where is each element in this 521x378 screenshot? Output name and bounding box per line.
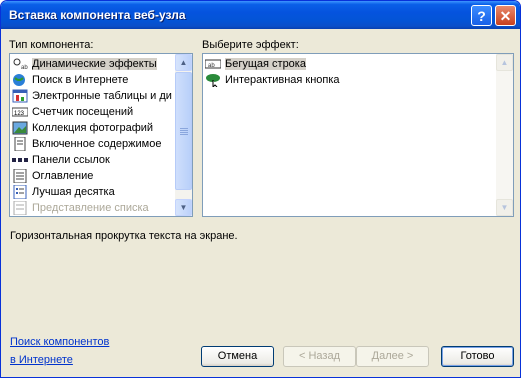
dynamic-effects-icon: ab — [12, 57, 28, 71]
scroll-down-button[interactable]: ▼ — [175, 199, 192, 216]
effect-description: Горизонтальная прокрутка текста на экран… — [10, 230, 238, 242]
effect-list[interactable]: ab Бегущая строка Интерактивная кнопка ▲ ▼ — [202, 53, 514, 217]
list-view-icon — [12, 200, 28, 216]
choose-effect-label: Выберите эффект: — [202, 39, 299, 51]
component-type-item-label: Представление списка — [32, 202, 149, 214]
find-components-link-line2[interactable]: в Интернете — [10, 354, 73, 366]
photo-gallery-icon — [12, 121, 28, 135]
dialog-window: Вставка компонента веб-узла ? ✕ Тип комп… — [0, 0, 521, 378]
component-type-item-label: Электронные таблицы и ди — [32, 90, 172, 102]
next-button: Далее > — [356, 346, 429, 367]
component-type-item-label: Панели ссылок — [32, 154, 110, 166]
close-button[interactable]: ✕ — [495, 5, 516, 26]
finish-button[interactable]: Готово — [441, 346, 514, 367]
component-type-item-label: Поиск в Интернете — [32, 74, 129, 86]
component-type-item[interactable]: Лучшая десятка — [12, 184, 115, 200]
component-type-label: Тип компонента: — [9, 39, 94, 51]
component-type-item[interactable]: Панели ссылок — [12, 152, 110, 168]
component-type-item-label: Динамические эффекты — [32, 58, 157, 70]
top-ten-icon — [12, 184, 28, 200]
component-type-item-label: Оглавление — [32, 170, 94, 182]
component-type-item-label: Включенное содержимое — [32, 138, 162, 150]
component-type-item[interactable]: Оглавление — [12, 168, 93, 184]
effect-list-scrollbar[interactable]: ▲ ▼ — [496, 54, 513, 216]
find-components-link-line1[interactable]: Поиск компонентов — [10, 336, 109, 348]
component-type-item[interactable]: Коллекция фотографий — [12, 120, 153, 136]
scroll-up-button[interactable]: ▲ — [175, 54, 192, 71]
help-button[interactable]: ? — [471, 5, 492, 26]
component-type-item: Представление списка — [12, 200, 149, 216]
component-type-item-label: Счетчик посещений — [32, 106, 134, 118]
svg-text:123: 123 — [14, 111, 25, 117]
component-type-item-label: Лучшая десятка — [32, 186, 115, 198]
effect-scroll-down-button: ▼ — [496, 199, 513, 216]
link-bar-icon — [12, 153, 28, 167]
effect-item-label: Бегущая строка — [225, 58, 306, 70]
title-bar[interactable]: Вставка компонента веб-узла ? ✕ — [1, 1, 520, 29]
component-list-scrollbar[interactable]: ▲ ▼ — [175, 54, 192, 216]
effect-item[interactable]: ab Бегущая строка — [204, 56, 306, 72]
window-title: Вставка компонента веб-узла — [9, 8, 186, 22]
effect-scroll-up-button: ▲ — [496, 54, 513, 71]
component-type-list[interactable]: ab Динамические эффекты Поиск в Интернете Э… — [9, 53, 193, 217]
component-type-item[interactable]: 123 Счетчик посещений — [11, 104, 134, 120]
svg-text:ab: ab — [21, 65, 28, 71]
effect-item[interactable]: Интерактивная кнопка — [205, 72, 340, 89]
cancel-button[interactable]: Отмена — [201, 346, 274, 367]
component-type-item[interactable]: Электронные таблицы и ди — [12, 88, 172, 104]
back-button: < Назад — [283, 346, 356, 367]
table-of-contents-icon — [12, 168, 28, 184]
dialog-body: Тип компонента: ab Динамические эффекты По… — [4, 29, 517, 374]
component-type-item[interactable]: ab Динамические эффекты — [12, 56, 157, 72]
scroll-thumb[interactable] — [175, 72, 192, 190]
hit-counter-icon: 123 — [11, 105, 29, 119]
component-type-item[interactable]: Поиск в Интернете — [12, 72, 128, 88]
component-type-item[interactable]: Включенное содержимое — [12, 136, 161, 152]
included-content-icon — [12, 136, 28, 152]
effect-item-label: Интерактивная кнопка — [225, 74, 340, 86]
component-type-item-label: Коллекция фотографий — [32, 122, 154, 134]
web-search-icon — [12, 73, 28, 87]
marquee-icon: ab — [204, 57, 222, 71]
svg-text:ab: ab — [208, 63, 215, 69]
spreadsheet-icon — [12, 89, 28, 103]
interactive-button-icon — [205, 73, 221, 89]
